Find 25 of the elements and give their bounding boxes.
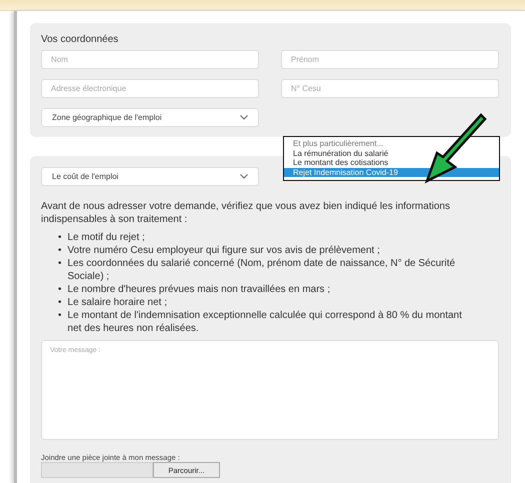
checklist-item: Le salaire horaire net ; (68, 296, 168, 309)
chevron-icon (240, 115, 248, 120)
checklist-item: Votre numéro Cesu employeur qui figure sur vos avis de prélèvement ; (68, 244, 380, 257)
chevron-icon (240, 174, 248, 179)
bullet-mark: • (58, 296, 62, 309)
section-title: Vos coordonnées (41, 34, 120, 45)
dropdown-option[interactable]: La rémunération du salarié (284, 148, 499, 158)
text-field[interactable]: Nom (41, 50, 259, 69)
bullet-mark: • (58, 231, 62, 244)
bullet-mark: • (58, 309, 62, 322)
text-field[interactable]: N° Cesu (281, 79, 499, 98)
text-field[interactable]: Prénom (281, 50, 499, 69)
zone-select[interactable]: Zone géographique de l'emploi (41, 108, 259, 127)
checklist-item: Le nombre d'heures prévues mais non travaillées en mars ; (68, 283, 330, 296)
file-field[interactable] (41, 462, 153, 478)
bullet-mark: • (58, 283, 62, 296)
checklist-item: Les coordonnées du salarié concerné (Nom, prénom date de naissance, N° de Sécurité Sociale) ; (68, 257, 456, 283)
intro-text: Avant de nous adresser votre demande, vérifiez que vous avez bien indiqué les informations indispensables à son traitement : (41, 200, 451, 226)
dropdown-option[interactable]: Le montant des cotisations (284, 158, 499, 168)
topic-select[interactable]: Le coût de l'emploi (41, 167, 259, 186)
bullet-mark: • (58, 257, 62, 270)
bullet-mark: • (58, 244, 62, 257)
checklist-item: Le montant de l'indemnisation exceptionnelle calculée qui correspond à 80 % du montant net des heures non réalisées. (68, 309, 463, 335)
text-field[interactable]: Adresse électronique (41, 79, 259, 98)
checklist-item: Le motif du rejet ; (68, 231, 145, 244)
